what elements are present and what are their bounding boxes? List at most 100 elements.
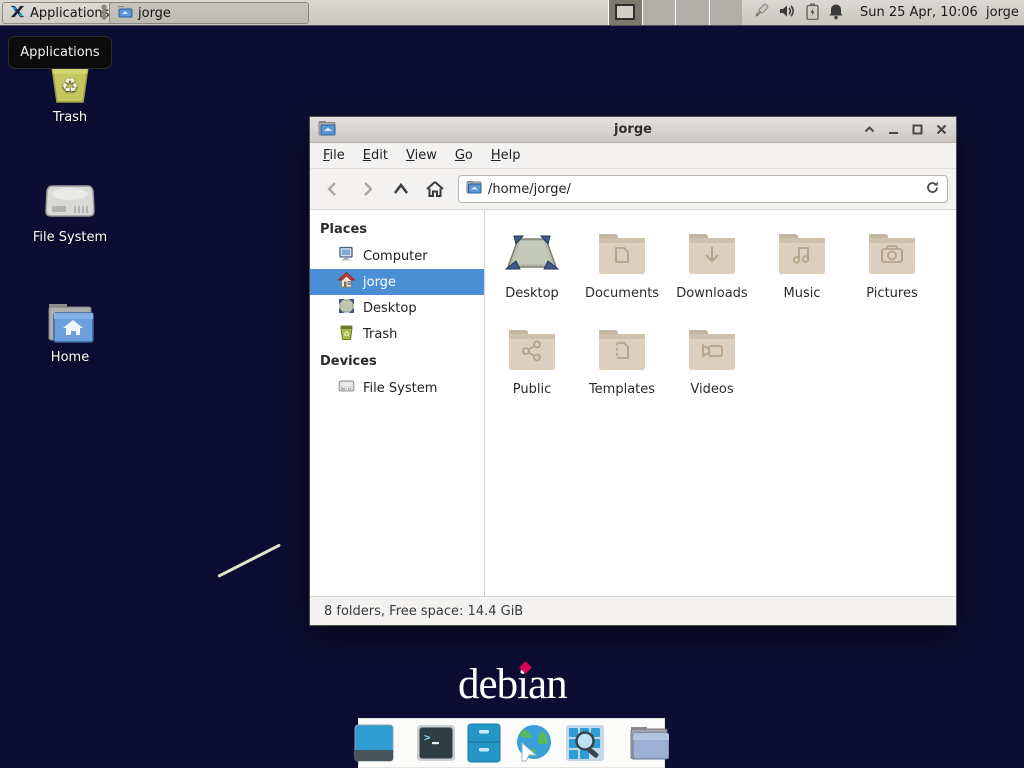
system-tray xyxy=(752,0,844,26)
window-toolbar: /home/jorge/ xyxy=(310,169,956,210)
drive-icon xyxy=(338,378,355,398)
sidebar-item-label: jorge xyxy=(363,275,396,290)
documents-folder-icon xyxy=(577,224,667,282)
home-folder-icon xyxy=(22,292,118,344)
svg-text:♻: ♻ xyxy=(343,331,349,339)
file-manager-icon[interactable] xyxy=(467,723,501,763)
window-titlebar[interactable]: jorge xyxy=(310,117,956,143)
downloads-folder-icon xyxy=(667,224,757,282)
places-header: Places xyxy=(310,215,484,243)
minimize-button[interactable] xyxy=(887,123,900,136)
applications-menu-icon xyxy=(10,4,25,23)
workspace-2[interactable] xyxy=(643,0,677,25)
sidebar-item-computer[interactable]: Computer xyxy=(310,243,484,269)
file-manager-window: jorge File Edit View Go Help xyxy=(309,116,957,626)
bell-icon[interactable] xyxy=(828,3,844,24)
cursor-trail-line xyxy=(217,543,281,577)
forward-button[interactable] xyxy=(352,174,382,204)
public-folder-icon xyxy=(487,320,577,378)
file-item-pictures[interactable]: Pictures xyxy=(847,224,937,320)
desktop-icon-label: Home xyxy=(22,350,118,365)
window-menubar: File Edit View Go Help xyxy=(310,143,956,169)
desktop-special-icon xyxy=(487,224,577,282)
stylus-icon[interactable] xyxy=(752,2,770,24)
file-item-label: Videos xyxy=(667,382,757,397)
workspace-switcher[interactable] xyxy=(608,0,742,25)
sidebar-item-label: Computer xyxy=(363,249,428,264)
file-item-public[interactable]: Public xyxy=(487,320,577,416)
sidebar-item-desktop[interactable]: Desktop xyxy=(310,295,484,321)
pictures-folder-icon xyxy=(847,224,937,282)
workspace-4[interactable] xyxy=(710,0,743,25)
templates-folder-icon xyxy=(577,320,667,378)
volume-icon[interactable] xyxy=(779,3,797,23)
battery-icon[interactable] xyxy=(806,3,819,24)
location-bar[interactable]: /home/jorge/ xyxy=(458,175,948,203)
web-browser-icon[interactable] xyxy=(512,723,554,763)
file-item-label: Documents xyxy=(577,286,667,301)
folder-icon[interactable] xyxy=(627,724,669,762)
back-button[interactable] xyxy=(318,174,348,204)
show-desktop-icon[interactable] xyxy=(354,724,394,762)
panel-username[interactable]: jorge xyxy=(986,0,1019,26)
debian-logo-text: debian xyxy=(458,661,567,708)
file-item-label: Templates xyxy=(577,382,667,397)
menu-view[interactable]: View xyxy=(397,144,446,167)
workspace-1[interactable] xyxy=(609,0,643,25)
file-item-videos[interactable]: Videos xyxy=(667,320,757,416)
sidebar-item-label: Trash xyxy=(363,327,397,342)
workspace-3[interactable] xyxy=(676,0,710,25)
file-item-label: Downloads xyxy=(667,286,757,301)
taskbar-folder-icon xyxy=(117,4,133,22)
application-finder-icon[interactable] xyxy=(565,724,605,762)
applications-menu-label: Applications xyxy=(30,6,109,21)
trash-icon: ♻ xyxy=(338,324,355,344)
file-item-label: Music xyxy=(757,286,847,301)
desktop-icon-label: File System xyxy=(22,230,118,245)
panel-clock[interactable]: Sun 25 Apr, 10:06 xyxy=(860,0,978,26)
file-item-downloads[interactable]: Downloads xyxy=(667,224,757,320)
svg-text:>: > xyxy=(424,731,431,744)
svg-text:♻: ♻ xyxy=(61,75,78,97)
taskbar-window-label: jorge xyxy=(138,6,171,21)
location-path-text[interactable]: /home/jorge/ xyxy=(488,182,919,197)
desktop-icon-label: Trash xyxy=(22,110,118,125)
terminal-icon[interactable]: > xyxy=(416,724,456,762)
workspace-window-thumb xyxy=(615,4,635,20)
top-panel: Applications ●●● jorge xyxy=(0,0,1024,26)
pathbar-folder-icon xyxy=(466,180,482,198)
file-grid: Desktop Documents xyxy=(485,210,956,596)
home-icon xyxy=(338,272,355,292)
menu-go[interactable]: Go xyxy=(446,144,482,167)
window-statusbar: 8 folders, Free space: 14.4 GiB xyxy=(310,596,956,625)
up-button[interactable] xyxy=(386,174,416,204)
window-title: jorge xyxy=(310,122,956,137)
hard-drive-icon xyxy=(22,172,118,224)
file-item-desktop[interactable]: Desktop xyxy=(487,224,577,320)
home-button[interactable] xyxy=(420,174,450,204)
menu-file[interactable]: File xyxy=(314,144,354,167)
sidebar-item-file-system[interactable]: File System xyxy=(310,375,484,401)
statusbar-text: 8 folders, Free space: 14.4 GiB xyxy=(324,604,523,619)
sidebar-item-label: Desktop xyxy=(363,301,417,316)
reload-icon[interactable] xyxy=(925,180,940,199)
desktop-icon-file-system[interactable]: File System xyxy=(22,172,118,245)
file-item-templates[interactable]: Templates xyxy=(577,320,667,416)
panel-separator-handle[interactable]: ●●● xyxy=(101,5,107,21)
file-item-music[interactable]: Music xyxy=(757,224,847,320)
places-sidebar: Places Computer xyxy=(310,210,485,596)
maximize-button[interactable] xyxy=(911,123,924,136)
sidebar-item-label: File System xyxy=(363,381,437,396)
taskbar-window-button[interactable]: jorge xyxy=(109,2,309,24)
devices-header: Devices xyxy=(310,347,484,375)
close-button[interactable] xyxy=(935,123,948,136)
file-item-label: Pictures xyxy=(847,286,937,301)
menu-help[interactable]: Help xyxy=(482,144,530,167)
menu-edit[interactable]: Edit xyxy=(354,144,397,167)
sidebar-item-trash[interactable]: ♻ Trash xyxy=(310,321,484,347)
file-item-documents[interactable]: Documents xyxy=(577,224,667,320)
applications-tooltip: Applications xyxy=(8,36,112,69)
desktop-icon-home[interactable]: Home xyxy=(22,292,118,365)
sidebar-item-jorge[interactable]: jorge xyxy=(310,269,484,295)
shade-button[interactable] xyxy=(863,123,876,136)
